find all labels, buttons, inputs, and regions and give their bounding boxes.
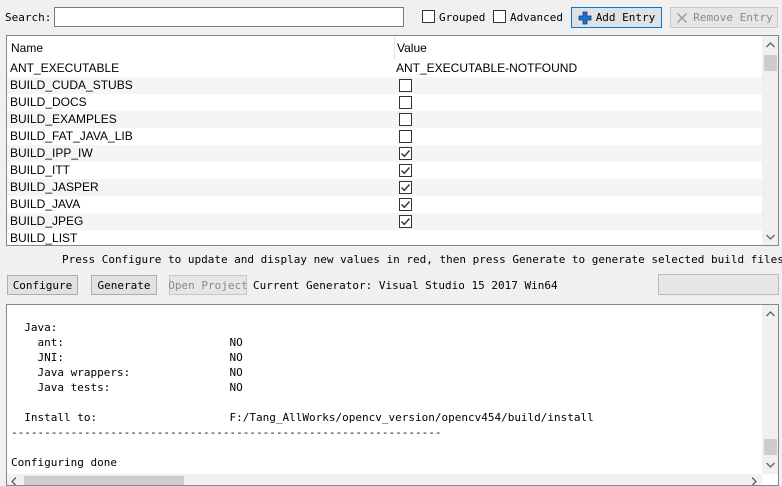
entry-name: BUILD_JPEG: [10, 214, 84, 228]
output-line: Java:: [11, 321, 58, 334]
open-project-button[interactable]: Open Project: [168, 275, 248, 295]
cache-entries-table: Name Value ANT_EXECUTABLE ANT_EXECUTABLE-…: [6, 35, 779, 246]
progress-bar: [658, 274, 779, 295]
checkmark-icon: [401, 218, 411, 226]
search-label: Search:: [5, 11, 52, 24]
scroll-right-icon[interactable]: [751, 476, 757, 485]
scroll-down-icon[interactable]: [762, 456, 778, 473]
entry-name: ANT_EXECUTABLE: [10, 61, 120, 75]
table-row[interactable]: BUILD_DOCS: [7, 94, 762, 111]
scroll-thumb[interactable]: [764, 439, 777, 455]
advanced-checkbox[interactable]: [493, 10, 506, 23]
entry-value-checkbox[interactable]: [399, 147, 412, 160]
output-log[interactable]: Java: ant: NO JNI: NO Java wrappers: NO …: [6, 304, 779, 486]
table-row[interactable]: BUILD_EXAMPLES: [7, 111, 762, 128]
entry-name: BUILD_CUDA_STUBS: [10, 78, 133, 92]
table-header: Name Value: [7, 36, 762, 60]
grouped-label: Grouped: [439, 11, 486, 24]
entry-name: BUILD_IPP_IW: [10, 146, 93, 160]
add-entry-button[interactable]: Add Entry: [571, 7, 662, 28]
entry-name: BUILD_DOCS: [10, 95, 87, 109]
entry-value-checkbox[interactable]: [399, 181, 412, 194]
x-icon: [675, 11, 689, 25]
output-line: ----------------------------------------…: [11, 426, 442, 439]
configure-button[interactable]: Configure: [7, 275, 78, 295]
hint-text: Press Configure to update and display ne…: [62, 253, 782, 266]
add-entry-label: Add Entry: [595, 11, 656, 24]
remove-entry-label: Remove Entry: [693, 11, 773, 24]
output-line: Java tests: NO: [11, 381, 243, 394]
entry-name: BUILD_JASPER: [10, 180, 99, 194]
entry-name: BUILD_EXAMPLES: [10, 112, 117, 126]
toolbar: Search: Grouped Advanced Add Entry Remov…: [0, 0, 782, 34]
current-generator: Current Generator: Visual Studio 15 2017…: [253, 279, 558, 292]
checkmark-icon: [401, 150, 411, 158]
entry-name: BUILD_ITT: [10, 163, 71, 177]
entry-value[interactable]: ANT_EXECUTABLE-NOTFOUND: [396, 61, 577, 75]
entry-name: BUILD_LIST: [10, 231, 78, 245]
entry-value-checkbox[interactable]: [399, 130, 412, 143]
checkmark-icon: [401, 167, 411, 175]
grouped-checkbox[interactable]: [422, 10, 435, 23]
search-input[interactable]: [54, 7, 404, 27]
column-header-value[interactable]: Value: [397, 41, 427, 55]
output-line: JNI: NO: [11, 351, 243, 364]
scroll-left-icon[interactable]: [11, 476, 17, 485]
entry-value-checkbox[interactable]: [399, 96, 412, 109]
remove-entry-button[interactable]: Remove Entry: [670, 7, 778, 28]
table-scrollbar[interactable]: [762, 36, 778, 245]
column-header-name[interactable]: Name: [11, 41, 43, 55]
table-row[interactable]: ANT_EXECUTABLE ANT_EXECUTABLE-NOTFOUND: [7, 60, 762, 77]
entry-value-checkbox[interactable]: [399, 79, 412, 92]
table-row[interactable]: BUILD_LIST: [7, 230, 762, 245]
column-divider[interactable]: [394, 36, 395, 60]
table-row[interactable]: BUILD_JASPER: [7, 179, 762, 196]
table-row[interactable]: BUILD_JAVA: [7, 196, 762, 213]
table-body: ANT_EXECUTABLE ANT_EXECUTABLE-NOTFOUND BUI…: [7, 60, 762, 245]
plus-icon: [578, 11, 592, 25]
table-row[interactable]: BUILD_ITT: [7, 162, 762, 179]
output-line: Install to: F:/Tang_AllWorks/opencv_vers…: [11, 411, 594, 424]
table-row[interactable]: BUILD_IPP_IW: [7, 145, 762, 162]
output-line: Configuring done: [11, 456, 117, 469]
table-row[interactable]: BUILD_FAT_JAVA_LIB: [7, 128, 762, 145]
table-row[interactable]: BUILD_CUDA_STUBS: [7, 77, 762, 94]
entry-name: BUILD_JAVA: [10, 197, 81, 211]
entry-name: BUILD_FAT_JAVA_LIB: [10, 129, 133, 143]
output-line: Java wrappers: NO: [11, 366, 243, 379]
output-line: ant: NO: [11, 336, 243, 349]
scroll-down-icon[interactable]: [762, 228, 778, 245]
entry-value-checkbox[interactable]: [399, 215, 412, 228]
advanced-label: Advanced: [510, 11, 563, 24]
entry-value-checkbox[interactable]: [399, 164, 412, 177]
scroll-up-icon[interactable]: [762, 305, 778, 322]
scroll-thumb[interactable]: [24, 476, 184, 485]
scroll-up-icon[interactable]: [762, 36, 778, 53]
generate-button[interactable]: Generate: [91, 275, 157, 295]
entry-value-checkbox[interactable]: [399, 198, 412, 211]
output-vscrollbar[interactable]: [762, 305, 778, 474]
output-hscrollbar[interactable]: [7, 474, 762, 485]
scroll-thumb[interactable]: [764, 55, 777, 71]
checkmark-icon: [401, 184, 411, 192]
checkmark-icon: [401, 201, 411, 209]
table-row[interactable]: BUILD_JPEG: [7, 213, 762, 230]
entry-value-checkbox[interactable]: [399, 113, 412, 126]
